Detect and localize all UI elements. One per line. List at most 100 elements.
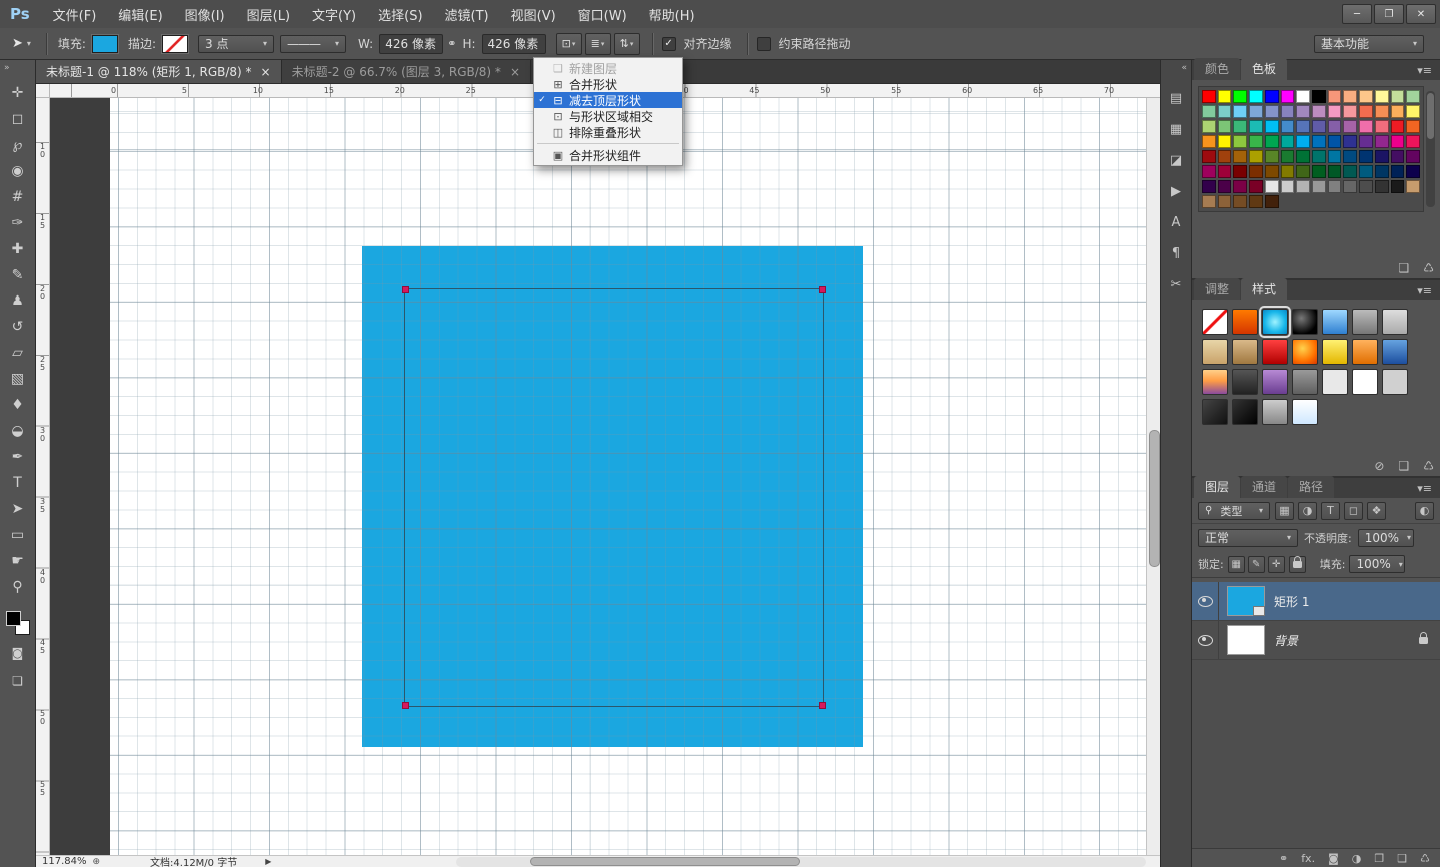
tab-layers[interactable]: 图层 (1194, 476, 1240, 498)
link-layers-icon[interactable]: ⚭ (1279, 853, 1288, 864)
style-thumbnail[interactable] (1352, 309, 1378, 335)
style-thumbnail[interactable] (1232, 309, 1258, 335)
swatches-scrollbar[interactable] (1426, 91, 1435, 207)
close-button[interactable]: ✕ (1406, 4, 1436, 24)
style-thumbnail[interactable] (1292, 309, 1318, 335)
delete-swatch-icon[interactable]: ♺ (1423, 261, 1434, 275)
menu-item[interactable]: ◫ 排除重叠形状 (534, 124, 682, 140)
lock-transparency-icon[interactable]: ▦ (1228, 556, 1245, 573)
tab-channels[interactable]: 通道 (1241, 476, 1287, 498)
tab-paths[interactable]: 路径 (1288, 476, 1334, 498)
color-swatch[interactable] (1312, 180, 1326, 193)
lock-pixels-icon[interactable]: ✎ (1248, 556, 1265, 573)
panel-properties-icon[interactable]: ◪ (1163, 149, 1189, 171)
style-thumbnail[interactable] (1322, 339, 1348, 365)
lock-all-icon[interactable] (1289, 556, 1306, 573)
color-swatch[interactable] (1202, 105, 1216, 118)
restore-button[interactable]: ❐ (1374, 4, 1404, 24)
shape-width-input[interactable]: 426 像素 (379, 34, 443, 54)
color-swatch[interactable] (1265, 195, 1279, 208)
menubar-item[interactable]: 编辑(E) (107, 0, 173, 28)
color-swatch[interactable] (1281, 120, 1295, 133)
foreground-background-colors[interactable] (5, 610, 31, 636)
path-selection-tool[interactable]: ➤ (3, 496, 33, 522)
menubar-item[interactable]: 选择(S) (367, 0, 433, 28)
color-swatch[interactable] (1375, 105, 1389, 118)
layer-row[interactable]: 背景 (1192, 621, 1440, 660)
color-swatch[interactable] (1281, 150, 1295, 163)
new-group-icon[interactable]: ❐ (1374, 853, 1384, 864)
dodge-tool[interactable]: ◒ (3, 418, 33, 444)
constrain-path-drag-checkbox[interactable]: 约束路径拖动 (757, 35, 857, 52)
horizontal-scrollbar-thumb[interactable] (530, 857, 800, 866)
color-swatch[interactable] (1202, 135, 1216, 148)
color-swatch[interactable] (1218, 90, 1232, 103)
panel-navigator-icon[interactable]: ▦ (1163, 118, 1189, 140)
filter-adjustment-layers-icon[interactable]: ◑ (1298, 502, 1317, 520)
color-swatch[interactable] (1343, 120, 1357, 133)
color-swatch[interactable] (1406, 90, 1420, 103)
color-swatch[interactable] (1406, 105, 1420, 118)
color-swatch[interactable] (1375, 135, 1389, 148)
color-swatch[interactable] (1202, 90, 1216, 103)
tab-adjustments[interactable]: 调整 (1194, 278, 1240, 300)
menubar-item[interactable]: 图像(I) (174, 0, 236, 28)
color-swatch[interactable] (1281, 180, 1295, 193)
quick-mask-button[interactable]: ◙ (3, 642, 33, 664)
style-thumbnail[interactable] (1202, 399, 1228, 425)
quick-select-tool[interactable]: ◉ (3, 158, 33, 184)
document-canvas[interactable] (110, 98, 1146, 855)
panel-clone-source-icon[interactable]: ✂ (1163, 273, 1189, 295)
eyedropper-tool[interactable]: ✑ (3, 210, 33, 236)
stroke-color-swatch[interactable] (162, 35, 188, 53)
color-swatch[interactable] (1233, 90, 1247, 103)
filter-type-layers-icon[interactable]: T (1321, 502, 1340, 520)
color-swatch[interactable] (1296, 150, 1310, 163)
color-swatch[interactable] (1233, 180, 1247, 193)
panel-history-icon[interactable]: ▤ (1163, 87, 1189, 109)
color-swatch[interactable] (1202, 165, 1216, 178)
rectangle-shape[interactable] (362, 246, 863, 747)
panel-character-icon[interactable]: A (1163, 211, 1189, 233)
menubar-item[interactable]: 文件(F) (42, 0, 108, 28)
canvas-viewport[interactable] (50, 98, 1146, 855)
color-swatch[interactable] (1202, 180, 1216, 193)
color-swatch[interactable] (1218, 150, 1232, 163)
color-swatch[interactable] (1218, 165, 1232, 178)
delete-style-icon[interactable]: ♺ (1423, 459, 1434, 473)
lock-position-icon[interactable]: ✛ (1268, 556, 1285, 573)
color-swatch[interactable] (1218, 120, 1232, 133)
color-swatch[interactable] (1375, 180, 1389, 193)
style-thumbnail[interactable] (1352, 369, 1378, 395)
marquee-tool[interactable]: ◻ (3, 106, 33, 132)
type-tool[interactable]: T (3, 470, 33, 496)
color-swatch[interactable] (1406, 150, 1420, 163)
color-swatch[interactable] (1375, 120, 1389, 133)
color-swatch[interactable] (1249, 90, 1263, 103)
filter-shape-layers-icon[interactable]: ◻ (1344, 502, 1363, 520)
menu-item[interactable]: ⊡ 与形状区域相交 (534, 108, 682, 124)
color-swatch[interactable] (1328, 135, 1342, 148)
menubar-item[interactable]: 文字(Y) (301, 0, 367, 28)
path-operations-button[interactable]: ⊡▾ (556, 33, 582, 55)
color-swatch[interactable] (1406, 120, 1420, 133)
hand-tool[interactable]: ☛ (3, 548, 33, 574)
color-swatch[interactable] (1265, 180, 1279, 193)
layer-style-icon[interactable]: fx. (1301, 853, 1315, 864)
color-swatch[interactable] (1233, 135, 1247, 148)
color-swatch[interactable] (1391, 90, 1405, 103)
style-thumbnail[interactable] (1292, 399, 1318, 425)
color-swatch[interactable] (1281, 90, 1295, 103)
new-adjustment-layer-icon[interactable]: ◑ (1352, 853, 1362, 864)
color-swatch[interactable] (1233, 150, 1247, 163)
menubar-item[interactable]: 视图(V) (500, 0, 567, 28)
tab-close-icon[interactable]: × (510, 65, 520, 79)
screen-mode-button[interactable]: ❏ (3, 670, 33, 692)
menubar-item[interactable]: 滤镜(T) (434, 0, 500, 28)
style-thumbnail[interactable] (1382, 369, 1408, 395)
color-swatch[interactable] (1343, 90, 1357, 103)
color-swatch[interactable] (1359, 105, 1373, 118)
swatches-scrollbar-thumb[interactable] (1427, 93, 1434, 139)
horizontal-scrollbar[interactable] (456, 857, 1146, 867)
style-thumbnail[interactable] (1262, 369, 1288, 395)
